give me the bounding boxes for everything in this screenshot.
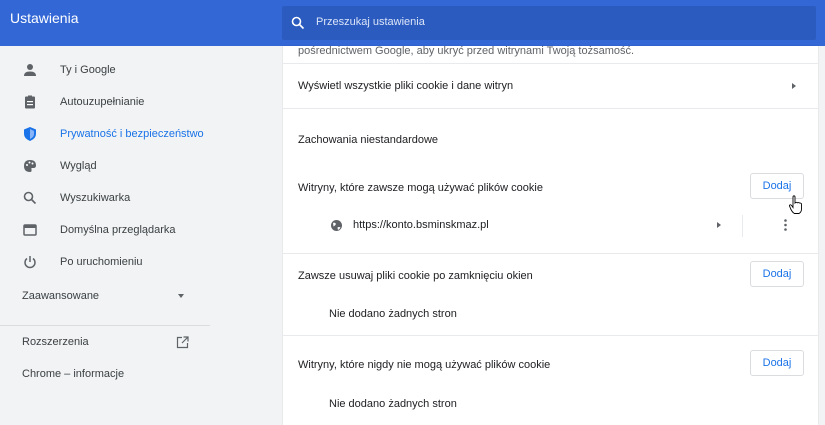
view-all-cookies-label: Wyświetl wszystkie pliki cookie i dane w…: [298, 80, 514, 92]
person-icon: [24, 64, 36, 76]
sidebar: Ty i Google Autouzupełnianie Prywatność …: [0, 46, 210, 425]
shield-icon: [24, 127, 36, 141]
app-title: Ustawienia: [10, 10, 79, 26]
sidebar-item-appearance[interactable]: Wygląd: [0, 152, 210, 180]
block-cookies-section-header: Witryny, które nigdy nie mogą używać pli…: [283, 350, 818, 380]
add-clear-on-exit-site-button[interactable]: Dodaj: [750, 261, 804, 287]
sidebar-item-you-and-google[interactable]: Ty i Google: [0, 56, 210, 84]
section-label: Witryny, które nigdy nie mogą używać pli…: [298, 359, 551, 371]
search-box[interactable]: Przeszukaj ustawienia: [282, 6, 816, 40]
browser-icon: [23, 224, 37, 236]
truncated-description: pośrednictwem Google, aby ukryć przed wi…: [298, 46, 635, 57]
sidebar-item-privacy[interactable]: Prywatność i bezpieczeństwo: [0, 120, 210, 148]
clipboard-icon: [25, 95, 35, 109]
settings-card: pośrednictwem Google, aby ukryć przed wi…: [283, 46, 818, 425]
empty-list-message: Nie dodano żadnych stron: [329, 308, 457, 320]
allow-cookies-section-header: Witryny, które zawsze mogą używać plików…: [283, 172, 818, 204]
separator: [283, 335, 818, 336]
sidebar-item-label: Autouzupełnianie: [60, 96, 145, 108]
sidebar-item-label: Ty i Google: [60, 64, 116, 76]
sidebar-item-label: Wyszukiwarka: [60, 192, 131, 204]
sidebar-item-label: Wygląd: [60, 160, 97, 172]
chevron-right-icon[interactable]: [717, 222, 721, 228]
sidebar-item-default-browser[interactable]: Domyślna przeglądarka: [0, 216, 210, 244]
sidebar-advanced[interactable]: Zaawansowane: [22, 290, 99, 302]
sidebar-item-search-engine[interactable]: Wyszukiwarka: [0, 184, 210, 212]
view-all-cookies-row[interactable]: Wyświetl wszystkie pliki cookie i dane w…: [283, 64, 818, 108]
search-icon: [291, 16, 305, 30]
sidebar-item-autofill[interactable]: Autouzupełnianie: [0, 88, 210, 116]
section-label: Witryny, które zawsze mogą używać plików…: [298, 182, 543, 194]
top-bar: Ustawienia Przeszukaj ustawienia: [0, 0, 825, 46]
section-label: Zawsze usuwaj pliki cookie po zamknięciu…: [298, 270, 533, 282]
sidebar-extensions[interactable]: Rozszerzenia: [22, 336, 89, 348]
sidebar-item-label: Domyślna przeglądarka: [60, 224, 176, 236]
site-url: https://konto.bsminskmaz.pl: [353, 219, 489, 231]
more-vert-icon[interactable]: [784, 219, 787, 231]
sidebar-item-on-startup[interactable]: Po uruchomieniu: [0, 248, 210, 276]
sidebar-item-label: Po uruchomieniu: [60, 256, 143, 268]
palette-icon: [24, 160, 36, 172]
power-icon: [24, 256, 36, 269]
separator: [283, 108, 818, 109]
allowed-site-row[interactable]: https://konto.bsminskmaz.pl: [283, 212, 818, 242]
sidebar-about-chrome[interactable]: Chrome – informacje: [22, 368, 124, 380]
globe-icon: [331, 220, 342, 231]
sidebar-item-label: Prywatność i bezpieczeństwo: [60, 128, 204, 140]
custom-behaviors-heading: Zachowania niestandardowe: [298, 134, 439, 146]
add-blocked-site-button[interactable]: Dodaj: [750, 350, 804, 376]
clear-on-exit-section-header: Zawsze usuwaj pliki cookie po zamknięciu…: [283, 261, 818, 291]
vertical-separator: [742, 215, 743, 237]
chevron-down-icon[interactable]: [178, 294, 184, 298]
chevron-right-icon: [792, 83, 796, 89]
sidebar-divider: [0, 325, 210, 326]
open-in-new-icon[interactable]: [176, 336, 189, 349]
search-placeholder[interactable]: Przeszukaj ustawienia: [316, 16, 425, 28]
separator: [283, 253, 818, 254]
empty-list-message: Nie dodano żadnych stron: [329, 398, 457, 410]
search-icon: [23, 191, 37, 205]
